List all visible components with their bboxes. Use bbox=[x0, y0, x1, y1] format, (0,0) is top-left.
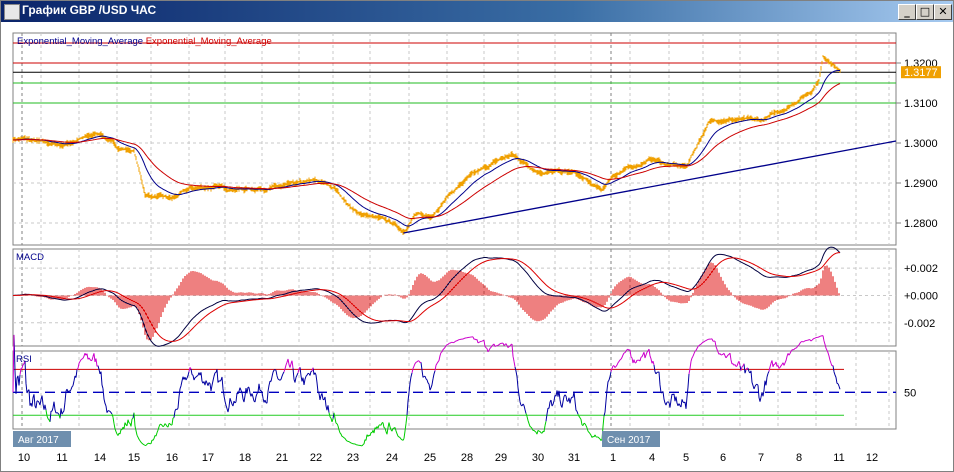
close-button[interactable]: ✕ bbox=[934, 4, 952, 20]
price-chart[interactable]: 1.32001.31001.30001.29001.28001.3177Expo… bbox=[1, 23, 953, 471]
date-label: 11 bbox=[833, 452, 844, 464]
date-label: 5 bbox=[683, 452, 689, 464]
legend-ema-fast: Exponential_Moving_Average bbox=[17, 36, 146, 47]
legend-ema-slow: Exponential_Moving_Average bbox=[146, 36, 272, 47]
date-label: 1 bbox=[610, 452, 616, 464]
indicator-legend: Exponential_Moving_Average Exponential_M… bbox=[17, 36, 272, 47]
date-label: 11 bbox=[56, 452, 67, 464]
chart-app-icon bbox=[4, 4, 20, 20]
date-label: 10 bbox=[18, 452, 30, 464]
rsi-tick-label: 50 bbox=[904, 387, 916, 399]
rsi-title: RSI bbox=[16, 354, 32, 365]
macd-tick-label: +0.000 bbox=[904, 290, 938, 302]
date-label: 15 bbox=[128, 452, 140, 464]
date-label: 4 bbox=[649, 452, 655, 464]
month-label: Сен 2017 bbox=[607, 435, 651, 446]
date-label: 16 bbox=[166, 452, 178, 464]
title-bar[interactable]: График GBP /USD ЧАС _ □ ✕ bbox=[1, 1, 953, 22]
window-title: График GBP /USD ЧАС bbox=[22, 3, 157, 17]
date-label: 31 bbox=[568, 452, 580, 464]
date-label: 14 bbox=[94, 452, 106, 464]
price-tick-label: 1.2900 bbox=[904, 178, 938, 190]
price-tick-label: 1.3000 bbox=[904, 138, 938, 150]
date-label: 6 bbox=[720, 452, 726, 464]
price-tick-label: 1.2800 bbox=[904, 218, 938, 230]
date-label: 23 bbox=[347, 452, 359, 464]
date-label: 8 bbox=[796, 452, 802, 464]
date-label: 29 bbox=[495, 452, 507, 464]
macd-tick-label: -0.002 bbox=[904, 318, 935, 330]
minimize-button[interactable]: _ bbox=[898, 4, 916, 20]
macd-tick-label: +0.002 bbox=[904, 263, 938, 275]
month-label: Авг 2017 bbox=[18, 435, 59, 446]
date-label: 7 bbox=[758, 452, 764, 464]
date-label: 24 bbox=[386, 452, 398, 464]
current-price-label: 1.3177 bbox=[904, 67, 938, 79]
date-label: 18 bbox=[239, 452, 251, 464]
main-panel bbox=[12, 32, 897, 246]
date-label: 22 bbox=[310, 452, 322, 464]
date-label: 25 bbox=[424, 452, 436, 464]
date-label: 17 bbox=[202, 452, 214, 464]
date-label: 28 bbox=[461, 452, 473, 464]
macd-title: MACD bbox=[16, 252, 44, 263]
date-label: 30 bbox=[532, 452, 544, 464]
date-label: 21 bbox=[276, 452, 288, 464]
maximize-button[interactable]: □ bbox=[916, 4, 934, 20]
price-tick-label: 1.3100 bbox=[904, 98, 938, 110]
date-label: 12 bbox=[866, 452, 878, 464]
chart-window: График GBP /USD ЧАС _ □ ✕ 1.3200 1.3100 1.… bbox=[0, 0, 954, 472]
